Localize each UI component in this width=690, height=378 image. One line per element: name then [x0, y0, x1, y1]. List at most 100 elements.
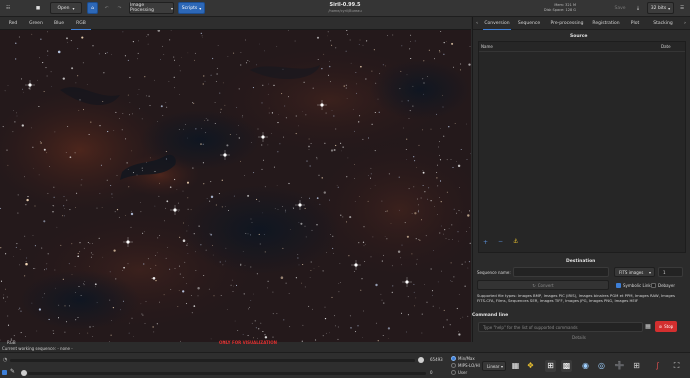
hi-slider-handle[interactable]: [418, 357, 424, 363]
star: [186, 230, 188, 232]
star: [193, 305, 196, 307]
tab-sequence[interactable]: Sequence: [515, 17, 543, 30]
tab-pre-processing[interactable]: Pre-processing: [547, 17, 587, 30]
col-date[interactable]: Date: [661, 44, 671, 49]
star: [452, 167, 454, 168]
convert-button[interactable]: ↻ Convert: [477, 280, 609, 290]
tab-registration[interactable]: Registration: [590, 17, 622, 30]
mips-radio[interactable]: [451, 363, 456, 368]
crop-icon[interactable]: ⊞: [631, 360, 642, 372]
scripts-button[interactable]: Scripts ▾: [178, 2, 205, 14]
star: [232, 291, 234, 292]
tab-green[interactable]: Green: [25, 17, 47, 30]
star: [298, 264, 300, 266]
tab-red[interactable]: Red: [3, 17, 23, 30]
source-file-list[interactable]: Name Date: [478, 41, 686, 253]
symbolic-link-checkbox[interactable]: [616, 283, 621, 288]
tab-stacking[interactable]: Stacking: [648, 17, 678, 30]
star: [4, 90, 6, 92]
star: [64, 208, 66, 210]
star: [0, 280, 3, 282]
star: [50, 71, 52, 73]
photometry-icon[interactable]: ◉: [580, 360, 591, 372]
hi-slider[interactable]: [10, 359, 415, 362]
star: [440, 201, 442, 203]
cut-checkbox[interactable]: [2, 370, 7, 375]
star: [202, 143, 204, 145]
hamburger-menu-icon[interactable]: ☰: [677, 2, 687, 14]
star: [92, 326, 94, 327]
save-button[interactable]: Save: [610, 2, 630, 14]
statistics-icon[interactable]: ∫: [652, 360, 663, 372]
star: [127, 59, 129, 61]
visualization-warning: ONLY FOR VISUALIZATION: [219, 340, 277, 345]
redo-icon[interactable]: ↷: [115, 2, 124, 14]
lo-slider-handle[interactable]: [21, 370, 27, 376]
menu-icon[interactable]: ☷: [3, 2, 13, 14]
star: [442, 95, 443, 96]
star: [422, 171, 425, 174]
debayer-checkbox[interactable]: [651, 283, 656, 288]
details-expander[interactable]: Details: [572, 335, 586, 340]
dynamic-psf-icon[interactable]: ◎: [596, 360, 607, 372]
histogram-icon[interactable]: ▦: [510, 360, 521, 372]
new-project-icon[interactable]: ■: [33, 2, 43, 14]
col-name[interactable]: Name: [481, 44, 493, 49]
remove-file-icon[interactable]: −: [498, 238, 503, 245]
lo-slider[interactable]: [28, 372, 426, 375]
star: [258, 328, 260, 330]
star: [318, 266, 320, 267]
star: [416, 258, 418, 260]
download-icon[interactable]: ⤓: [633, 2, 643, 14]
star: [53, 205, 55, 207]
star: [458, 240, 459, 242]
home-icon[interactable]: ⌂: [87, 2, 98, 14]
star: [368, 137, 370, 139]
minmax-radio[interactable]: [451, 356, 456, 361]
eyedropper-icon[interactable]: ✎: [10, 368, 15, 375]
open-button[interactable]: Open ▾: [50, 2, 82, 14]
tab-blue[interactable]: Blue: [49, 17, 69, 30]
undo-icon[interactable]: ↶: [102, 2, 111, 14]
rgb-align-icon[interactable]: ➕: [614, 360, 625, 372]
star: [20, 310, 22, 312]
grid-icon[interactable]: ⊞: [545, 360, 556, 372]
start-index-input[interactable]: 1: [658, 267, 683, 277]
auto-stretch-icon[interactable]: ❖: [525, 360, 536, 372]
user-radio[interactable]: [451, 370, 456, 375]
command-input[interactable]: Type "help" for the list of supported co…: [478, 322, 643, 332]
scale-mode-select[interactable]: Linear ▾: [482, 361, 506, 371]
app-title: Siril-0.99.5: [329, 2, 361, 8]
sequence-name-input[interactable]: [513, 267, 609, 277]
tab-rgb-label: RGB: [76, 20, 86, 26]
star: [47, 253, 49, 255]
image-processing-button[interactable]: Image Processing ▾: [129, 2, 174, 14]
stop-button[interactable]: ⊘ Stop: [655, 321, 677, 332]
clear-list-icon[interactable]: ⚓: [513, 238, 518, 245]
star: [190, 209, 192, 211]
star: [141, 167, 143, 169]
star: [448, 126, 450, 128]
star: [139, 108, 141, 110]
star: [257, 128, 259, 130]
image-viewport[interactable]: [0, 30, 471, 342]
star: [226, 309, 228, 310]
star: [92, 45, 94, 47]
star: [425, 235, 427, 237]
star: [295, 133, 297, 135]
fullscreen-icon[interactable]: ⛶: [671, 360, 682, 372]
tab-plot[interactable]: Plot: [626, 17, 644, 30]
star: [224, 104, 226, 106]
star: [129, 76, 131, 79]
tab-rgb[interactable]: RGB: [71, 17, 91, 30]
bit-depth-select[interactable]: 32 bits ▾: [647, 2, 674, 14]
output-format-select[interactable]: FITS images ▾: [614, 267, 655, 277]
tabs-scroll-right-icon[interactable]: ›: [681, 17, 689, 30]
keyboard-icon[interactable]: ▦: [644, 322, 652, 332]
tabs-scroll-left-icon[interactable]: ‹: [473, 17, 481, 30]
star: [113, 249, 116, 252]
star: [406, 74, 408, 76]
add-file-icon[interactable]: +: [483, 239, 488, 246]
tab-conversion[interactable]: Conversion: [483, 17, 511, 30]
negative-view-icon[interactable]: ▩: [561, 360, 572, 372]
